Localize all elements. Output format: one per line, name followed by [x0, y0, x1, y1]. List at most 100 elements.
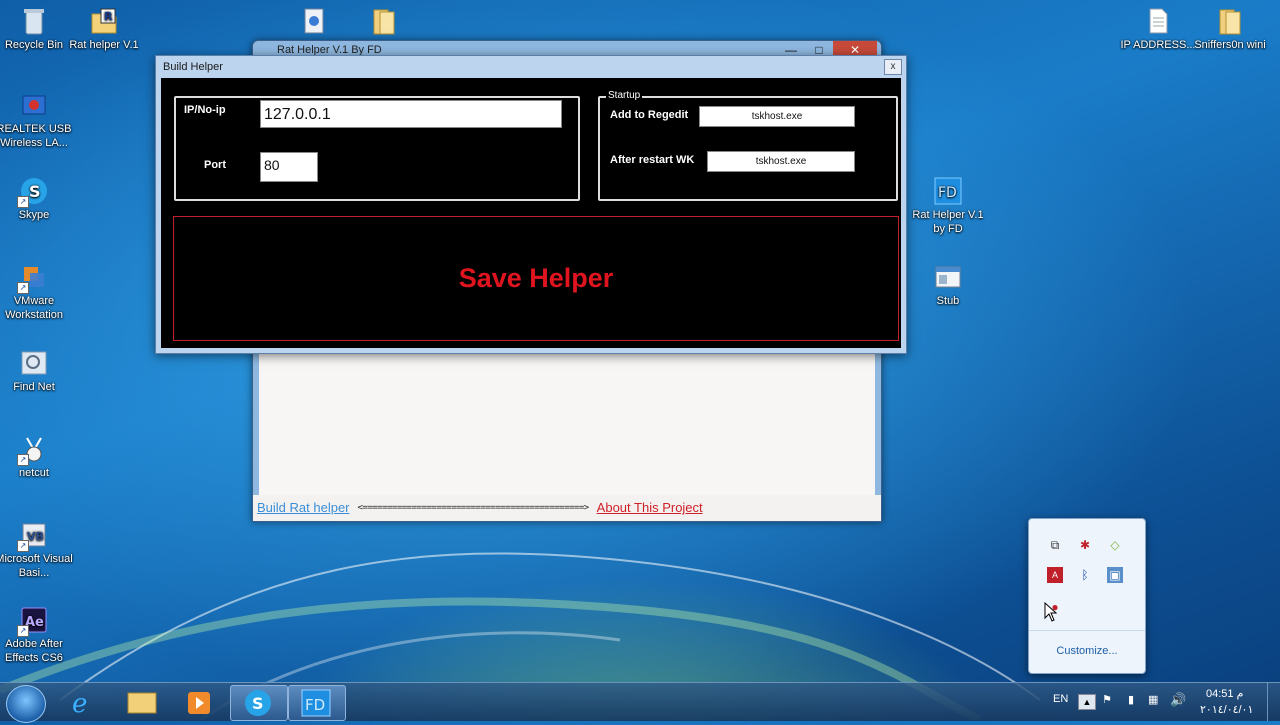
app-icon [299, 6, 329, 36]
shortcut-arrow-icon: ↗ [17, 454, 29, 466]
port-label: Port [204, 159, 226, 171]
connection-group: IP/No-ip 127.0.0.1 Port 80 [174, 96, 580, 201]
desktop-icon-label: Adobe After Effects CS6 [5, 638, 63, 664]
desktop-icon-label: IP ADDRESS... [1120, 39, 1196, 51]
desktop-icon-rat-helper-app[interactable]: FD Rat Helper V.1 by FD [908, 176, 988, 236]
leaf-tray-icon[interactable]: ◇ [1107, 537, 1123, 553]
desktop-icon-vmware[interactable]: ↗ VMware Workstation [0, 262, 74, 322]
netcut-icon: ↗ [17, 434, 49, 466]
desktop-icon-label: Find Net [13, 381, 55, 393]
battery-icon[interactable]: ▮ [1128, 693, 1134, 706]
customize-link[interactable]: Customize... [1029, 630, 1145, 673]
desktop-icon-stub[interactable]: Stub [908, 262, 988, 308]
dialog-title: Build Helper [163, 61, 223, 73]
volume-icon[interactable]: 🔊 [1170, 692, 1186, 708]
mouse-cursor-icon [1044, 602, 1058, 622]
desktop-icon-label: Recycle Bin [4, 39, 64, 51]
desktop-icon-visual-basic[interactable]: VB ↗ Microsoft Visual Basi... [0, 520, 74, 580]
desktop-icon-after-effects[interactable]: Ae ↗ Adobe After Effects CS6 [0, 605, 74, 665]
startup-group-title: Startup [606, 90, 643, 101]
svg-text:S: S [29, 182, 41, 201]
media-player-icon [188, 692, 210, 714]
folder-icon [369, 6, 399, 36]
explorer-icon [127, 692, 157, 714]
desktop-icon-recycle-bin[interactable]: Recycle Bin [0, 6, 74, 52]
shortcut-arrow-icon: ↗ [17, 196, 29, 208]
desktop-icon-label: Microsoft Visual Basi... [0, 553, 73, 579]
shortcut-arrow-icon: ↗ [17, 282, 29, 294]
adobe-tray-icon[interactable]: A [1047, 567, 1063, 583]
recycle-bin-icon [19, 6, 49, 36]
find-net-icon [19, 348, 49, 378]
desktop-icon-label: Skype [18, 209, 50, 221]
clock-date[interactable]: ٢٠١٤/٠٤/٠١ [1200, 703, 1253, 716]
desktop-icon-unnamed-app[interactable] [274, 6, 354, 38]
language-indicator[interactable]: EN [1053, 693, 1068, 705]
svg-text:VB: VB [27, 530, 44, 543]
desktop-icon-label: netcut [19, 467, 49, 479]
taskbar-skype[interactable]: S [230, 685, 288, 721]
desktop-icon-unnamed-folder[interactable] [344, 6, 424, 38]
stub-window-icon [933, 262, 963, 292]
visual-basic-icon: VB ↗ [17, 520, 49, 552]
desktop-icon-netcut[interactable]: ↗ netcut [0, 434, 74, 480]
fd-app-icon: FD [301, 689, 331, 717]
start-button[interactable] [6, 685, 46, 723]
ip-input[interactable]: 127.0.0.1 [260, 100, 562, 128]
svg-text:FD: FD [938, 185, 957, 201]
dialog-titlebar[interactable]: Build Helper x [156, 56, 906, 78]
flag-tray-icon[interactable]: ⚑ [1102, 693, 1112, 706]
svg-text:S: S [252, 694, 264, 713]
desktop-icon-rat-helper-folder[interactable]: R Rat helper V.1 [64, 6, 144, 52]
clock-time[interactable]: 04:51 م [1206, 687, 1243, 700]
svg-text:FD: FD [305, 696, 325, 714]
desktop-icon-ip-address[interactable]: IP ADDRESS... [1118, 6, 1198, 52]
display-tray-icon[interactable]: ▣ [1107, 567, 1123, 583]
desktop-icon-label: REALTEK USB Wireless LA... [0, 123, 72, 149]
after-effects-icon: Ae ↗ [17, 605, 49, 637]
svg-text:R: R [104, 10, 113, 23]
desktop-icon-skype[interactable]: S ↗ Skype [0, 176, 74, 222]
folder-icon [1215, 6, 1245, 36]
shortcut-arrow-icon: ↗ [17, 540, 29, 552]
ip-label: IP/No-ip [184, 104, 226, 116]
network-tray-icon[interactable]: ▦ [1148, 693, 1158, 706]
startup-group: Startup Add to Regedit tskhost.exe After… [598, 90, 898, 201]
show-desktop-button[interactable] [1267, 683, 1280, 721]
taskbar-media-player[interactable] [172, 685, 228, 719]
window-bottom-bar: Build Rat helper <======================… [253, 495, 881, 521]
desktop-icon-label: Sniffers0n wini [1194, 39, 1266, 51]
folder-icon: R [89, 6, 119, 36]
svg-text:e: e [72, 689, 87, 719]
save-helper-button[interactable]: Save Helper [173, 216, 899, 341]
network-icon [19, 90, 49, 120]
taskbar-explorer[interactable] [114, 685, 170, 719]
desktop-icon-label: Rat Helper V.1 by FD [912, 209, 984, 235]
window-content-area [259, 351, 875, 517]
bluetooth-icon[interactable]: ᛒ [1077, 567, 1093, 583]
ie-icon: e [72, 689, 87, 719]
port-input[interactable]: 80 [260, 152, 318, 182]
tray-overflow-popup: ⧉ ✱ ◇ A ᛒ ▣ ● Customize... [1028, 518, 1146, 674]
restart-label: After restart WK [610, 154, 695, 166]
desktop-icon-realtek[interactable]: REALTEK USB Wireless LA... [0, 90, 74, 150]
build-rat-helper-link[interactable]: Build Rat helper [257, 495, 350, 521]
restart-input[interactable]: tskhost.exe [707, 151, 855, 172]
taskbar: e S FD EN ▲ ⚑ ▮ ▦ 🔊 04:51 م ٢٠١٤/٠٤/٠١ [0, 682, 1280, 723]
desktop-icon-label: Stub [936, 295, 960, 307]
show-hidden-icons-button[interactable]: ▲ [1078, 694, 1096, 710]
taskbar-ie[interactable]: e [56, 685, 112, 719]
dialog-close-button[interactable]: x [884, 59, 902, 75]
dialog-client: IP/No-ip 127.0.0.1 Port 80 Startup Add t… [161, 78, 901, 348]
desktop-icon-label: VMware Workstation [5, 295, 63, 321]
netcut-tray-icon[interactable]: ✱ [1077, 537, 1093, 553]
regedit-input[interactable]: tskhost.exe [699, 106, 855, 127]
about-project-link[interactable]: About This Project [597, 495, 703, 521]
taskbar-rat-helper[interactable]: FD [288, 685, 346, 721]
desktop-icon-sniffers[interactable]: Sniffers0n wini [1190, 6, 1270, 52]
network-devices-icon[interactable]: ⧉ [1047, 537, 1063, 553]
skype-icon: S ↗ [17, 176, 49, 208]
desktop-icon-find-net[interactable]: Find Net [0, 348, 74, 394]
build-helper-dialog: Build Helper x IP/No-ip 127.0.0.1 Port 8… [155, 55, 907, 354]
text-file-icon [1143, 6, 1173, 36]
